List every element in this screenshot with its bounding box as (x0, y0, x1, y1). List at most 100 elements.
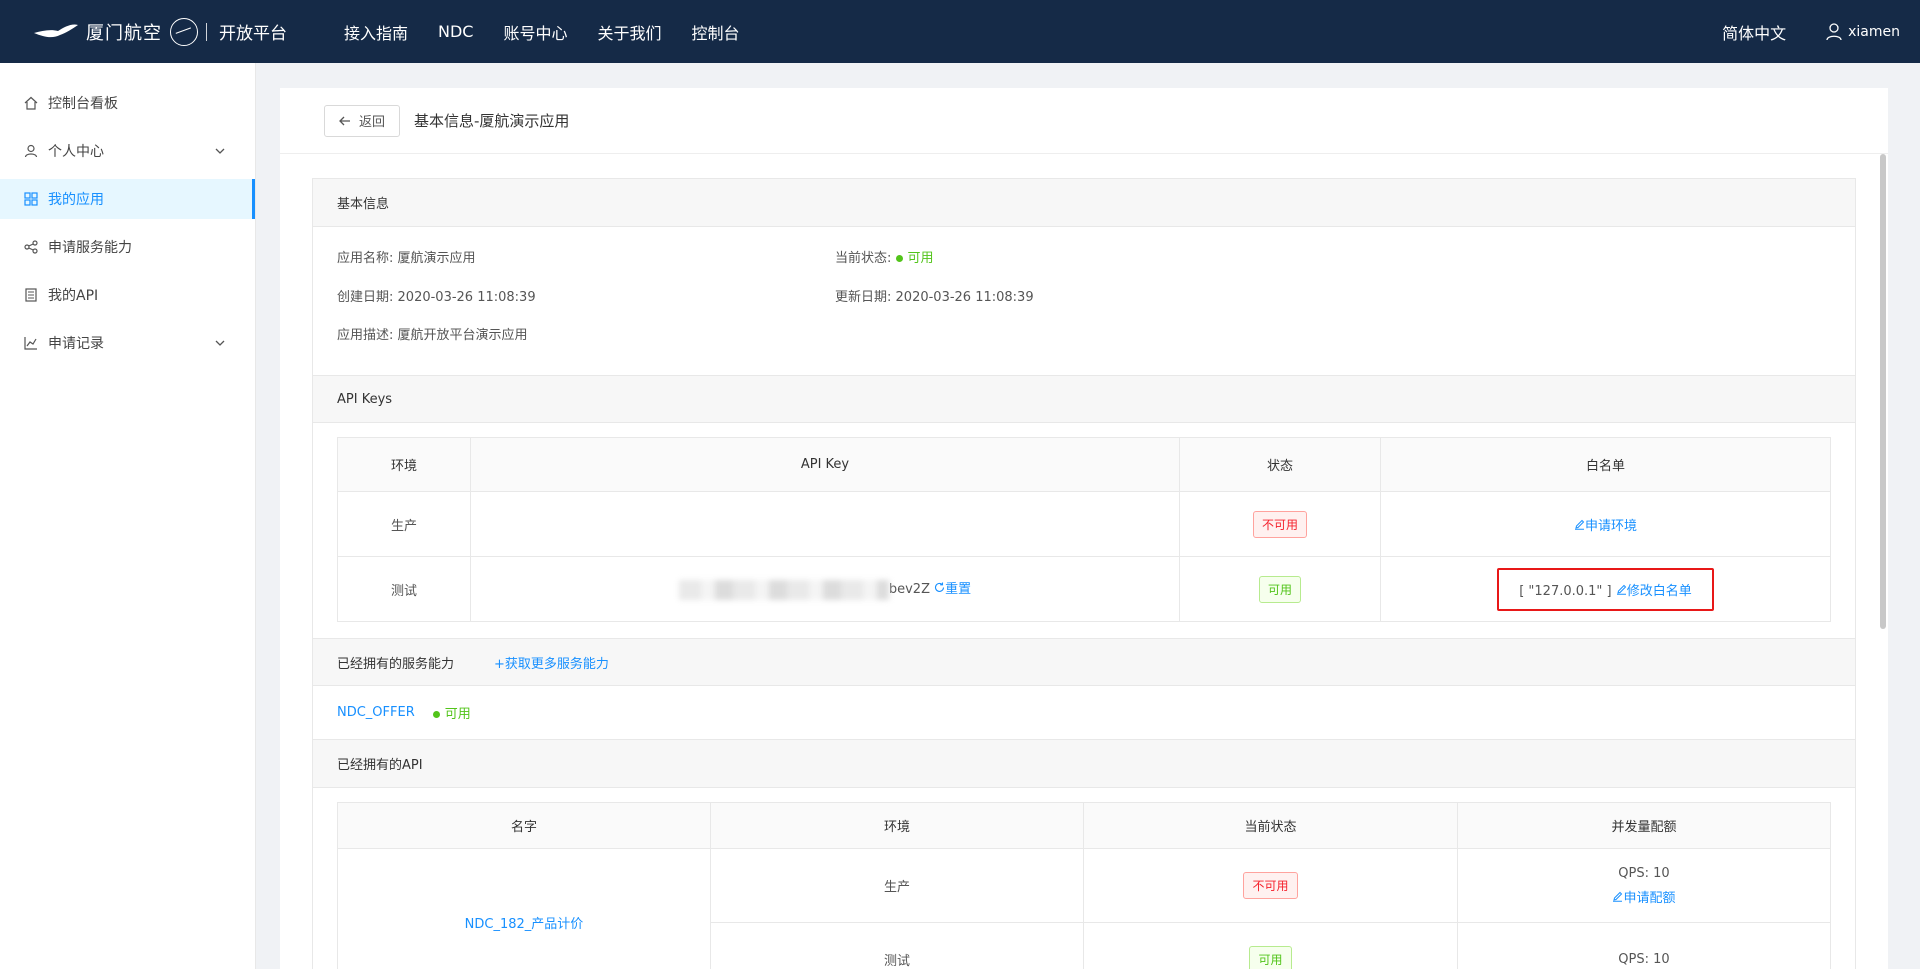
get-more-services-link[interactable]: +获取更多服务能力 (494, 653, 609, 672)
user-icon (24, 144, 38, 158)
brand-name: 厦门航空 (86, 22, 162, 44)
api-name-cell: NDC_182_产品计价 (337, 848, 711, 969)
xiamen-air-logo-icon (34, 23, 78, 37)
chevron-down-icon (215, 340, 225, 346)
brand-platform: 开放平台 (219, 24, 287, 44)
updated-row: 更新日期: 2020-03-26 11:08:39 (835, 286, 1034, 305)
sidebar-item-my-api[interactable]: 我的API (0, 275, 255, 315)
table-row: 生产 不可用 申请环境 (337, 491, 1831, 557)
api-keys-header: API Keys (313, 375, 1855, 423)
col-env: 环境 (710, 802, 1084, 849)
nav-item-console[interactable]: 控制台 (692, 20, 740, 44)
api-keys-table: 环境 API Key 状态 白名单 生产 不可用 申请环境 测试 bev2Z 重… (337, 437, 1831, 622)
back-label: 返回 (359, 115, 386, 130)
api-key-cell (470, 491, 1180, 557)
updated-value: 2020-03-26 11:08:39 (895, 290, 1034, 305)
brand-emblem-icon (170, 17, 198, 46)
status-badge: 可用 (1258, 575, 1301, 603)
api-name-link[interactable]: NDC_182_产品计价 (465, 917, 584, 932)
col-qps-quota: 并发量配额 (1457, 802, 1831, 849)
brand-logo[interactable]: 厦门航空 开放平台 (32, 0, 287, 63)
services-title: 已经拥有的服务能力 (337, 656, 455, 672)
edit-icon (1613, 891, 1623, 902)
user-icon (1826, 22, 1842, 40)
apply-quota-link[interactable]: 申请配额 (1612, 890, 1676, 906)
edit-icon (1616, 584, 1626, 595)
main-nav: 接入指南 NDC 账号中心 关于我们 控制台 (329, 0, 755, 63)
qps-cell: QPS: 10 (1457, 922, 1831, 969)
qps-value: QPS: 10 (1618, 865, 1670, 881)
desc-row: 应用描述: 厦航开放平台演示应用 (337, 324, 528, 343)
updated-label: 更新日期: (835, 290, 892, 305)
status-badge: 不可用 (1243, 872, 1298, 899)
status-cell: 可用 (1179, 556, 1381, 622)
whitelist-value: [ "127.0.0.1" ] (1519, 583, 1612, 599)
username: xiamen (1848, 23, 1900, 40)
desc-label: 应用描述: (337, 328, 394, 343)
nav-item-guide[interactable]: 接入指南 (344, 20, 408, 44)
sidebar-item-apply-service[interactable]: 申请服务能力 (0, 227, 255, 267)
sidebar-item-dashboard[interactable]: 控制台看板 (0, 83, 255, 123)
get-more-services-label: 获取更多服务能力 (504, 656, 609, 672)
refresh-icon (935, 582, 945, 593)
app-status-row: 当前状态: 可用 (835, 247, 934, 266)
status-cell: 不可用 (1179, 491, 1381, 557)
service-status-value: 可用 (444, 707, 471, 722)
apis-body: 名字 环境 当前状态 并发量配额 NDC_182_产品计价 生产 不可用 QPS… (313, 788, 1855, 969)
page-header: 返回 基本信息-厦航演示应用 (280, 88, 1888, 154)
nav-item-account[interactable]: 账号中心 (503, 20, 567, 44)
service-item-status: 可用 (432, 703, 471, 722)
top-navbar: 厦门航空 开放平台 接入指南 NDC 账号中心 关于我们 控制台 简体中文 xi… (0, 0, 1920, 63)
app-name-row: 应用名称: 厦航演示应用 (337, 247, 476, 266)
sidebar-item-label: 申请记录 (48, 336, 104, 352)
sidebar-item-personal[interactable]: 个人中心 (0, 131, 255, 171)
share-icon (24, 240, 38, 254)
app-name-label: 应用名称: (337, 251, 394, 266)
sidebar: 控制台看板 个人中心 我的应用 申请服务能力 我的API 申请记录 (0, 63, 256, 969)
edit-whitelist-link[interactable]: 修改白名单 (1616, 584, 1692, 599)
home-icon (24, 96, 38, 110)
whitelist-cell: [ "127.0.0.1" ] 修改白名单 (1380, 556, 1831, 622)
language-switcher[interactable]: 简体中文 (1722, 20, 1786, 44)
nav-item-about[interactable]: 关于我们 (598, 20, 662, 44)
nav-item-ndc[interactable]: NDC (438, 22, 473, 41)
env-cell: 测试 (710, 922, 1084, 969)
table-row: 测试 bev2Z 重置 可用 [ "127.0.0.1" ] 修改白名单 (337, 556, 1831, 622)
vertical-scrollbar[interactable] (1880, 154, 1886, 629)
col-whitelist: 白名单 (1380, 437, 1831, 492)
qps-value: QPS: 10 (1618, 952, 1670, 967)
apply-env-link[interactable]: 申请环境 (1574, 519, 1637, 534)
col-current-status: 当前状态 (1083, 802, 1458, 849)
apis-table: 名字 环境 当前状态 并发量配额 NDC_182_产品计价 生产 不可用 QPS… (337, 802, 1831, 969)
created-row: 创建日期: 2020-03-26 11:08:39 (337, 286, 536, 305)
user-menu[interactable]: xiamen (1826, 22, 1900, 41)
status-dot (895, 255, 903, 262)
env-cell: 生产 (337, 491, 471, 557)
sidebar-item-label: 个人中心 (48, 144, 104, 160)
services-body: NDC_OFFER 可用 (313, 686, 1855, 740)
back-button[interactable]: 返回 (324, 104, 401, 137)
sidebar-item-label: 申请服务能力 (48, 240, 132, 256)
col-status: 状态 (1179, 437, 1381, 492)
status-badge: 不可用 (1252, 510, 1307, 538)
app-status-label: 当前状态: (835, 251, 892, 266)
sidebar-item-label: 控制台看板 (48, 96, 118, 112)
col-name: 名字 (337, 802, 711, 849)
edit-icon (1574, 519, 1585, 530)
api-keys-body: 环境 API Key 状态 白名单 生产 不可用 申请环境 测试 bev2Z 重… (313, 423, 1855, 638)
sidebar-item-label: 我的API (48, 288, 99, 304)
whitelist-highlight: [ "127.0.0.1" ] 修改白名单 (1497, 567, 1714, 611)
arrow-left-icon (339, 116, 350, 125)
created-value: 2020-03-26 11:08:39 (397, 290, 536, 305)
nav-right: 简体中文 xiamen (1722, 20, 1900, 44)
apps-icon (24, 192, 38, 206)
apis-header: 已经拥有的API (313, 740, 1855, 788)
api-key-cell: bev2Z 重置 (470, 556, 1180, 622)
api-key-redacted (678, 579, 889, 600)
sidebar-item-my-apps[interactable]: 我的应用 (0, 179, 255, 219)
service-item-name[interactable]: NDC_OFFER (337, 705, 415, 720)
sidebar-item-records[interactable]: 申请记录 (0, 323, 255, 363)
apply-quota-label: 申请配额 (1623, 890, 1676, 906)
reset-key-button[interactable]: 重置 (934, 582, 971, 597)
status-cell: 不可用 (1083, 848, 1458, 923)
